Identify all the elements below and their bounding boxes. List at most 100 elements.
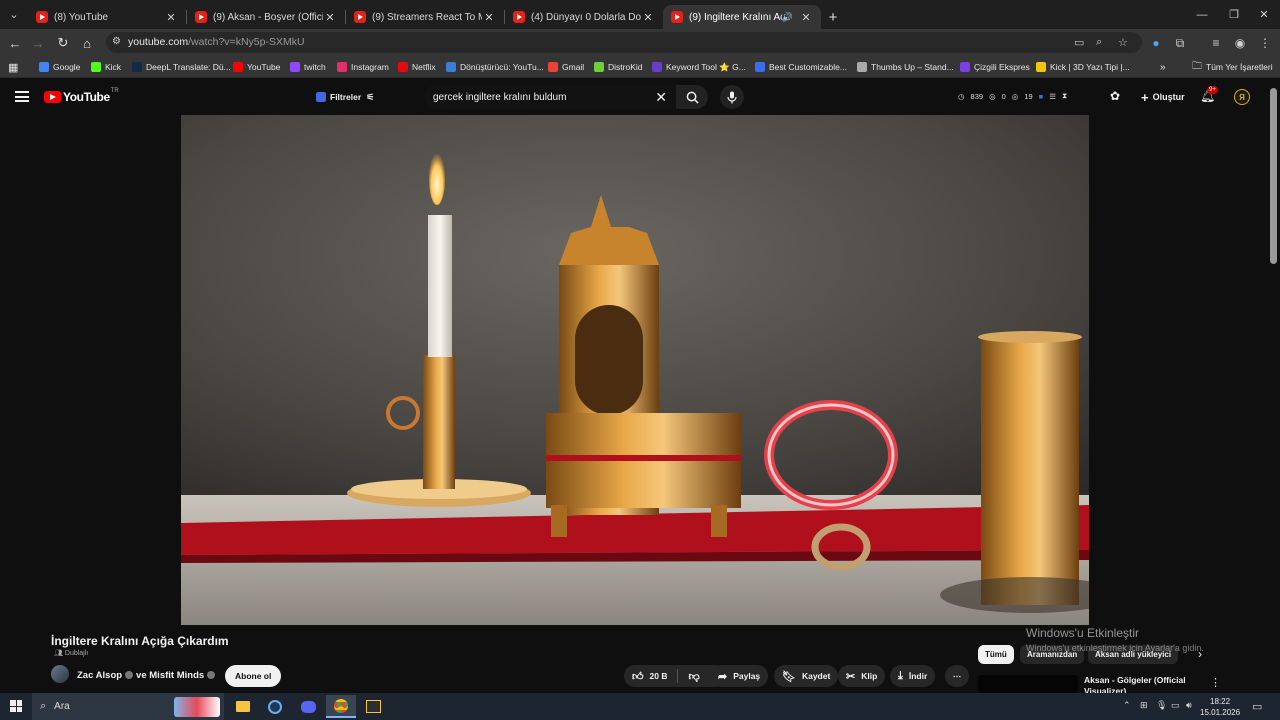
bookmark-item[interactable]: Çizgili Ekspres	[960, 60, 1030, 74]
more-actions-button[interactable]: ⋯	[945, 665, 969, 687]
youtube-play-icon	[44, 91, 61, 103]
tab-close-icon[interactable]: ✕	[482, 11, 496, 24]
bookmark-item[interactable]: Netflix	[398, 60, 436, 74]
download-button[interactable]: ⤓ İndir	[890, 665, 936, 687]
search-button[interactable]	[676, 85, 708, 109]
recommendation-menu-icon[interactable]: ⋮	[1210, 676, 1221, 689]
browser-menu-icon[interactable]: ⋮	[1255, 33, 1275, 53]
channel-avatar[interactable]	[51, 665, 69, 683]
tab-close-icon[interactable]: ✕	[164, 11, 178, 24]
clear-search-icon[interactable]: ✕	[655, 89, 667, 106]
bookmark-item[interactable]: DistroKid	[594, 60, 642, 74]
bookmark-item[interactable]: Dönüştürücü: YouTu...	[446, 60, 544, 74]
new-tab-button[interactable]: +	[821, 5, 845, 29]
tray-network-app-icon[interactable]: ⊞	[1140, 700, 1148, 711]
hourglass-icon[interactable]: ⧗	[1062, 91, 1067, 101]
like-icon[interactable]: 👍︎	[632, 670, 644, 683]
subscribe-button[interactable]: Abone ol	[225, 665, 282, 687]
minimize-icon[interactable]: —	[1186, 0, 1218, 29]
more-bookmarks-icon[interactable]: »	[1160, 60, 1166, 74]
create-button[interactable]: + Oluştur	[1133, 86, 1193, 108]
account-avatar[interactable]: Я	[1234, 89, 1250, 105]
bookmark-item[interactable]: Instagram	[337, 60, 389, 74]
voice-search-button[interactable]	[720, 85, 744, 109]
save-button[interactable]: 🔖︎ Kaydet	[774, 665, 839, 687]
forward-icon[interactable]: →	[28, 33, 48, 53]
tray-display-icon[interactable]: ▭	[1171, 700, 1180, 711]
filters-button[interactable]: Filtreler ⚟	[308, 87, 382, 107]
extension-stats[interactable]: ◷ 839 ◎ 0 ◎ 19 ■ ☰ ⧗	[958, 91, 1073, 101]
list-icon[interactable]: ☰	[1049, 92, 1056, 101]
tab-search-icon[interactable]: ⌄	[0, 0, 28, 29]
tab-close-icon[interactable]: ✕	[799, 11, 813, 24]
clip-button[interactable]: ✂ Klip	[838, 665, 886, 687]
search-input[interactable]: gercek ingiltere kralını buldum ✕	[424, 85, 676, 109]
file-explorer-icon[interactable]	[228, 695, 258, 718]
dislike-icon[interactable]: 👎︎	[688, 670, 699, 683]
browser-tab[interactable]: (8) YouTube ✕	[28, 5, 186, 29]
bookmark-star-icon[interactable]: ☆	[1118, 36, 1128, 49]
extensions-puzzle-icon[interactable]: ⧉	[1170, 33, 1190, 53]
back-icon[interactable]: ←	[5, 33, 25, 53]
search-query[interactable]: gercek ingiltere kralını buldum	[433, 92, 566, 103]
channel-names[interactable]: Zac Alsop ve Misfit Minds	[77, 670, 218, 681]
bookmark-item[interactable]: Thumbs Up – Stand...	[857, 60, 954, 74]
cast-icon[interactable]: ▭	[1074, 36, 1084, 49]
restore-icon[interactable]: ❐	[1218, 0, 1250, 29]
stat-clock-icon: ◷	[958, 91, 965, 101]
chip-all[interactable]: Tümü	[978, 645, 1014, 664]
youtube-logo[interactable]: YouTube TR	[44, 88, 119, 104]
media-control-icon[interactable]: ≡	[1206, 33, 1226, 53]
steam-icon[interactable]	[260, 695, 290, 718]
page-scrollbar[interactable]	[1270, 88, 1277, 264]
browser-tab[interactable]: (9) Aksan - Boşver (Official Visu ✕	[187, 5, 345, 29]
channel-name[interactable]: Zac Alsop	[77, 670, 122, 681]
tab-close-icon[interactable]: ✕	[641, 11, 655, 24]
browser-tab[interactable]: (4) Dünyayı 0 Dolarla Dolaştım ✕	[505, 5, 663, 29]
tab-close-icon[interactable]: ✕	[323, 11, 337, 24]
channel-name-2[interactable]: Misfit Minds	[149, 670, 204, 681]
chrome-icon[interactable]	[326, 695, 356, 718]
site-info-icon[interactable]: ⚙	[112, 36, 121, 47]
video-player[interactable]	[181, 115, 1089, 625]
address-bar[interactable]: ⚙ youtube.com/watch?v=kNy5p-SXMkU ▭ ⌕ ☆	[106, 32, 1142, 53]
extension-icon[interactable]: ●	[1146, 33, 1166, 53]
tray-volume-icon[interactable]: 🔊︎	[1186, 700, 1192, 711]
apps-grid-icon[interactable]: ▦	[8, 60, 18, 74]
profile-icon[interactable]: ◉	[1230, 33, 1250, 53]
windows-start-icon[interactable]	[10, 700, 22, 712]
bookmark-item[interactable]: Best Customizable...	[755, 60, 847, 74]
extension-square-icon[interactable]: ■	[1039, 92, 1044, 101]
bookmark-item[interactable]: Gmail	[548, 60, 584, 74]
zoom-icon[interactable]: ⌕	[1096, 36, 1102, 49]
browser-tab[interactable]: (9) Streamers React To Me Win ✕	[346, 5, 504, 29]
share-button[interactable]: ➦ Paylaş	[710, 665, 769, 687]
bookmark-item[interactable]: DeepL Translate: Dü...	[132, 60, 231, 74]
bookmark-item[interactable]: Kick | 3D Yazı Tipi |...	[1036, 60, 1130, 74]
filters-label: Filtreler	[330, 92, 362, 102]
discord-icon[interactable]	[293, 695, 323, 718]
window-close-icon[interactable]: ✕	[1248, 0, 1280, 29]
reload-icon[interactable]: ↻	[53, 33, 73, 53]
home-icon[interactable]: ⌂	[77, 33, 97, 53]
media-app-icon[interactable]	[358, 695, 388, 718]
bookmark-item[interactable]: Kick	[91, 60, 121, 74]
tray-chevron-icon[interactable]: ⌃	[1123, 700, 1131, 711]
bookmark-item[interactable]: YouTube	[233, 60, 280, 74]
bookmark-item[interactable]: twitch	[290, 60, 326, 74]
bookmark-item[interactable]: Google	[39, 60, 80, 74]
taskbar-clock[interactable]: 18:22 15.01.2026	[1200, 696, 1240, 718]
audio-playing-icon[interactable]: 🔊	[782, 12, 793, 23]
browser-tab-active[interactable]: (9) İngiltere Kralını Açığa Ç 🔊 ✕	[663, 5, 821, 29]
notifications-icon[interactable]: ▭	[1252, 700, 1262, 713]
hamburger-menu-icon[interactable]	[15, 91, 29, 102]
taskbar-search[interactable]: ⌕ Ara	[32, 693, 224, 720]
all-bookmarks-folder[interactable]: 🗀 Tüm Yer İşaretleri	[1192, 60, 1273, 74]
kick-icon	[91, 62, 101, 72]
url-text[interactable]: youtube.com/watch?v=kNy5p-SXMkU	[128, 36, 305, 48]
bookmark-item[interactable]: Keyword Tool ⭐ G...	[652, 60, 746, 74]
like-count[interactable]: 20 B	[650, 671, 668, 681]
settings-flower-icon[interactable]: ✿	[1110, 89, 1120, 103]
recommendation-thumbnail[interactable]	[978, 675, 1078, 693]
tray-microphone-icon[interactable]: 🎙︎	[1156, 700, 1167, 711]
